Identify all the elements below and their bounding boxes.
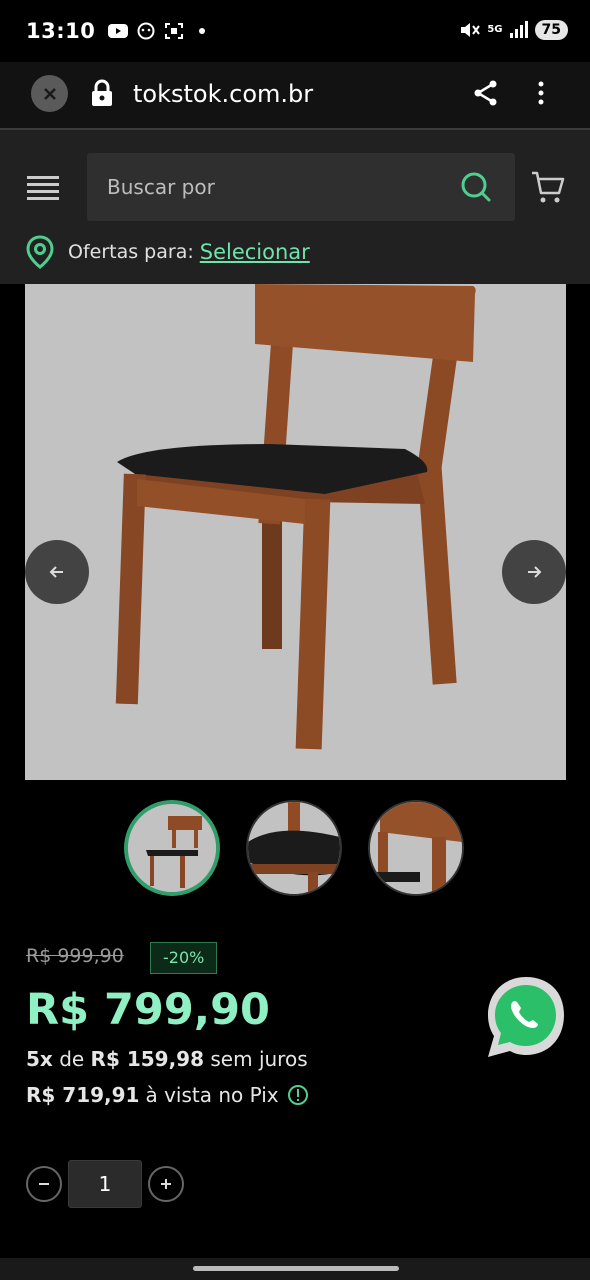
quantity-input[interactable] (68, 1160, 142, 1208)
quantity-decrease-button[interactable] (26, 1166, 62, 1202)
whatsapp-icon[interactable] (484, 975, 568, 1059)
notification-icons (107, 22, 206, 40)
scan-icon (165, 23, 184, 39)
product-image[interactable] (25, 284, 566, 780)
arrow-left-icon (49, 566, 63, 578)
status-right: 5G 75 (459, 20, 568, 40)
menu-icon[interactable] (27, 176, 59, 200)
chat-bubble-icon (137, 22, 155, 40)
mute-icon (461, 23, 481, 37)
url-text[interactable]: tokstok.com.br (133, 80, 313, 108)
close-icon (43, 87, 56, 100)
select-location-link[interactable]: Selecionar (200, 240, 310, 264)
status-bar: 13:10 5G 75 (0, 0, 590, 62)
status-dot (199, 28, 206, 34)
youtube-icon (108, 24, 129, 38)
installments-text: 5x de R$ 159,98 sem juros (26, 1047, 308, 1071)
home-indicator[interactable] (193, 1266, 399, 1271)
network-type: 5G (487, 24, 503, 35)
browser-toolbar: tokstok.com.br (0, 62, 590, 128)
pix-price-row: R$ 719,91 à vista no Pix (26, 1083, 309, 1107)
battery-level: 75 (534, 20, 568, 40)
search-icon[interactable] (460, 171, 492, 203)
old-price: R$ 999,90 (26, 945, 124, 967)
info-icon[interactable] (287, 1084, 309, 1106)
search-input[interactable] (107, 173, 437, 201)
installments-suffix: sem juros (210, 1047, 308, 1071)
pix-price: R$ 719,91 (26, 1083, 140, 1107)
current-price: R$ 799,90 (26, 985, 270, 1035)
quantity-increase-button[interactable] (148, 1166, 184, 1202)
close-tab-button[interactable] (31, 75, 68, 112)
plus-icon (161, 1179, 171, 1189)
share-icon[interactable] (472, 79, 500, 107)
arrow-right-icon (528, 566, 542, 578)
installments-count: 5x (26, 1047, 53, 1071)
thumbnail-2[interactable] (246, 800, 342, 896)
prev-image-button[interactable] (25, 540, 89, 604)
chair-image (115, 284, 476, 750)
thumbnail-1[interactable] (124, 800, 220, 896)
pix-suffix: à vista no Pix (145, 1083, 279, 1107)
more-vert-icon[interactable] (530, 79, 552, 107)
next-image-button[interactable] (502, 540, 566, 604)
location-pin-icon (26, 235, 54, 269)
discount-badge: -20% (150, 942, 218, 974)
installments-value: R$ 159,98 (90, 1047, 205, 1071)
thumbnail-gallery (124, 800, 464, 896)
thumbnail-3[interactable] (368, 800, 464, 896)
signal-icon (509, 21, 528, 38)
offers-label: Ofertas para: (68, 241, 194, 263)
search-bar[interactable] (87, 153, 515, 221)
offers-location: Ofertas para: Selecionar (26, 235, 310, 269)
cart-icon[interactable] (530, 170, 566, 206)
minus-icon (39, 1183, 49, 1185)
site-header: Ofertas para: Selecionar (0, 130, 590, 284)
status-time: 13:10 (26, 19, 96, 43)
lock-icon (92, 79, 112, 106)
installments-de: de (59, 1047, 85, 1071)
